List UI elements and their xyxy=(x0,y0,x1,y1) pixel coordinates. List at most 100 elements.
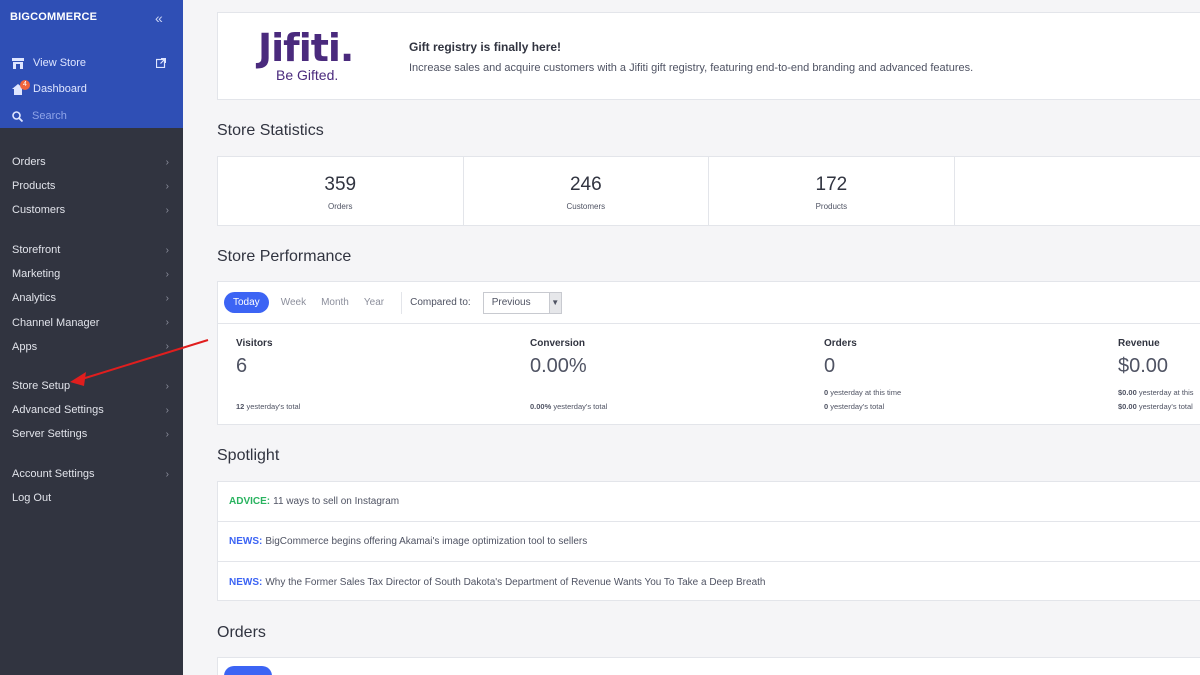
nav-item-products[interactable]: Products › xyxy=(0,174,183,198)
metric-sub-value: 0 xyxy=(824,402,829,411)
compared-to-label: Compared to: xyxy=(410,297,471,308)
metric-sub-label: yesterday's total xyxy=(830,402,885,411)
nav-item-channel-manager[interactable]: Channel Manager › xyxy=(0,311,183,335)
chevron-right-icon: › xyxy=(165,268,169,280)
nav-group-sales: Orders › Products › Customers › xyxy=(0,150,183,223)
tab-week[interactable]: Week xyxy=(278,293,309,312)
nav-item-customers[interactable]: Customers › xyxy=(0,198,183,222)
metric-subtext: 12 yesterday's total xyxy=(236,402,300,411)
stat-value: 172 xyxy=(815,174,848,195)
metric-sub-label: yesterday at this xyxy=(1138,388,1194,397)
external-link-icon[interactable] xyxy=(156,58,166,68)
spotlight-tag: NEWS: xyxy=(229,536,263,547)
metric-visitors: Visitors 6 12 yesterday's total xyxy=(236,338,300,411)
nav-item-marketing[interactable]: Marketing › xyxy=(0,262,183,286)
compared-to-value: Previous xyxy=(491,297,531,308)
nav-label: Customers xyxy=(12,204,66,217)
spotlight-title: Spotlight xyxy=(217,447,280,464)
tab-today[interactable]: Today xyxy=(224,292,269,313)
stat-label: Orders xyxy=(328,202,353,211)
spotlight-card: ADVICE: 11 ways to sell on Instagram NEWS… xyxy=(217,481,1200,601)
chevron-right-icon: › xyxy=(165,341,169,353)
nav-label: Marketing xyxy=(12,268,61,281)
chevron-right-icon: › xyxy=(165,156,169,168)
metric-title: Revenue xyxy=(1118,338,1160,349)
stat-orders[interactable]: 359 Orders xyxy=(218,157,464,225)
search-placeholder: Search xyxy=(32,110,67,122)
nav-group-account: Account Settings › Log Out xyxy=(0,462,183,510)
store-statistics-title: Store Statistics xyxy=(217,122,324,139)
chevron-right-icon: › xyxy=(165,468,169,480)
logo-big: BIG xyxy=(10,11,31,23)
tab-year[interactable]: Year xyxy=(361,293,387,312)
chevron-right-icon: › xyxy=(165,380,169,392)
stat-label: Products xyxy=(815,202,848,211)
metric-sub-label: yesterday's total xyxy=(246,402,301,411)
metric-value: 0 xyxy=(824,355,836,377)
stat-cell-empty xyxy=(955,157,1200,225)
search-input[interactable]: Search xyxy=(12,110,67,122)
nav-label: Server Settings xyxy=(12,428,88,441)
spotlight-link[interactable]: Why the Former Sales Tax Director of Sou… xyxy=(265,577,765,588)
banner-text: Increase sales and acquire customers wit… xyxy=(409,62,974,74)
metric-conversion: Conversion 0.00% 0.00% yesterday's total xyxy=(530,338,607,411)
promo-banner[interactable]: Jifiti. Be Gifted. Gift registry is fina… xyxy=(217,12,1200,100)
metric-subtext: 0 yesterday's total xyxy=(824,402,884,411)
orders-filter-tab[interactable] xyxy=(224,666,272,675)
spotlight-link[interactable]: BigCommerce begins offering Akamai's ima… xyxy=(265,536,587,547)
orders-section-title: Orders xyxy=(217,624,266,641)
nav-item-server-settings[interactable]: Server Settings › xyxy=(0,422,183,446)
stat-value: 246 xyxy=(569,174,602,195)
spotlight-link[interactable]: 11 ways to sell on Instagram xyxy=(273,496,399,507)
store-performance-card: Today Week Month Year Compared to: Previ… xyxy=(217,281,1200,425)
compared-to-select[interactable]: Previous ▼ xyxy=(482,291,562,314)
chevron-right-icon: › xyxy=(165,317,169,329)
dropdown-arrow-icon: ▼ xyxy=(548,292,561,313)
nav-group-channels: Storefront › Marketing › Analytics › Channe… xyxy=(0,238,183,359)
nav-label: Advanced Settings xyxy=(12,404,104,417)
banner-title: Gift registry is finally here! xyxy=(409,40,562,54)
nav-item-orders[interactable]: Orders › xyxy=(0,150,183,174)
nav-item-log-out[interactable]: Log Out xyxy=(0,486,183,510)
nav-label: Products xyxy=(12,180,56,193)
nav-label: Apps xyxy=(12,340,38,353)
nav-item-apps[interactable]: Apps › xyxy=(0,335,183,359)
store-performance-title: Store Performance xyxy=(217,248,352,265)
stat-customers[interactable]: 246 Customers xyxy=(464,157,710,225)
nav-item-analytics[interactable]: Analytics › xyxy=(0,286,183,310)
nav-item-store-setup[interactable]: Store Setup › xyxy=(0,374,183,398)
nav-item-storefront[interactable]: Storefront › xyxy=(0,238,183,262)
spotlight-tag: ADVICE: xyxy=(229,496,271,507)
metric-value: 6 xyxy=(236,355,248,377)
divider xyxy=(401,291,403,314)
nav-item-account-settings[interactable]: Account Settings › xyxy=(0,462,183,486)
nav-group-setup: Store Setup › Advanced Settings › Server S… xyxy=(0,374,183,447)
nav-label: Store Setup xyxy=(12,380,71,393)
metric-sub-value: 12 xyxy=(236,402,245,411)
metric-value: $0.00 xyxy=(1118,355,1169,377)
view-store-link[interactable]: View Store xyxy=(12,57,86,69)
spotlight-item[interactable]: ADVICE: 11 ways to sell on Instagram xyxy=(218,482,1200,522)
metric-sub-label: yesterday's total xyxy=(553,402,608,411)
spotlight-item[interactable]: NEWS: Why the Former Sales Tax Director o… xyxy=(218,562,1200,602)
bigcommerce-logo[interactable]: BIGCOMMERCE xyxy=(10,11,97,23)
jifiti-logo: Jifiti. Be Gifted. xyxy=(258,26,354,83)
store-statistics-card: 359 Orders 246 Customers 172 Products xyxy=(217,156,1200,226)
metric-title: Visitors xyxy=(236,338,273,349)
chevron-right-icon: › xyxy=(165,292,169,304)
chevron-right-icon: › xyxy=(165,244,169,256)
performance-tabs: Today Week Month Year Compared to: Previ… xyxy=(218,282,1200,324)
nav-label: Analytics xyxy=(12,292,57,305)
collapse-sidebar-icon[interactable]: « xyxy=(155,10,163,26)
stat-products[interactable]: 172 Products xyxy=(709,157,955,225)
tab-month[interactable]: Month xyxy=(318,293,352,312)
nav-item-advanced-settings[interactable]: Advanced Settings › xyxy=(0,398,183,422)
notification-badge: 4 xyxy=(20,80,30,90)
metric-subtext: $0.00 yesterday's total xyxy=(1118,402,1193,411)
jifiti-logo-text: Jifiti. xyxy=(258,26,354,70)
spotlight-item[interactable]: NEWS: BigCommerce begins offering Akamai'… xyxy=(218,522,1200,562)
metric-title: Conversion xyxy=(530,338,586,349)
nav-label: Orders xyxy=(12,156,46,169)
metric-subtext: 0 yesterday at this time xyxy=(824,388,901,397)
metric-value: 0.00% xyxy=(530,355,587,377)
